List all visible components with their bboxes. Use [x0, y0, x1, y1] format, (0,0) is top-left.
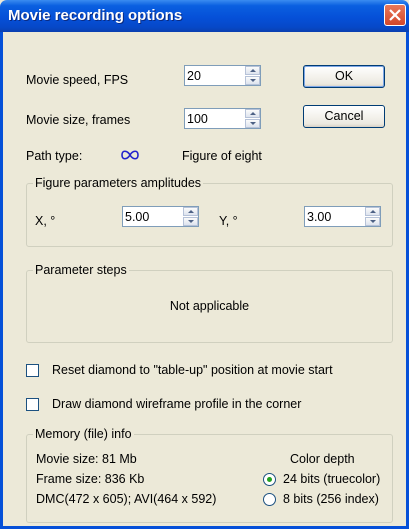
- movie-size-up-button[interactable]: [245, 109, 260, 118]
- movie-speed-spinner[interactable]: [184, 65, 261, 86]
- depth-8-radio[interactable]: [263, 493, 276, 506]
- figure-eight-icon: [121, 150, 139, 160]
- movie-speed-input[interactable]: [185, 66, 245, 85]
- memory-frame-size: Frame size: 836 Kb: [36, 472, 145, 486]
- depth-24-radio[interactable]: [263, 473, 276, 486]
- parameter-steps-title: Parameter steps: [33, 263, 129, 277]
- x-amplitude-up-button[interactable]: [183, 207, 198, 216]
- y-amplitude-up-button[interactable]: [365, 207, 380, 216]
- x-amplitude-down-button[interactable]: [183, 217, 198, 226]
- window-frame-left: [0, 32, 3, 529]
- path-type-value: Figure of eight: [182, 149, 262, 163]
- movie-speed-down-button[interactable]: [245, 76, 260, 85]
- title-bar[interactable]: Movie recording options: [0, 0, 409, 32]
- movie-speed-up-button[interactable]: [245, 66, 260, 75]
- ok-button[interactable]: OK: [303, 65, 385, 88]
- movie-size-down-button[interactable]: [245, 119, 260, 128]
- movie-size-label: Movie size, frames: [26, 113, 131, 127]
- x-amplitude-input[interactable]: [123, 207, 183, 226]
- movie-size-input[interactable]: [185, 109, 245, 128]
- window-title: Movie recording options: [8, 7, 183, 24]
- y-amplitude-label: Y, °: [219, 214, 238, 228]
- color-depth-label: Color depth: [290, 452, 355, 466]
- x-amplitude-spinner[interactable]: [122, 206, 199, 227]
- y-amplitude-spinner[interactable]: [304, 206, 381, 227]
- close-icon: [389, 9, 401, 21]
- depth-24-label[interactable]: 24 bits (truecolor): [283, 472, 380, 486]
- cancel-button[interactable]: Cancel: [303, 105, 385, 128]
- wireframe-label[interactable]: Draw diamond wireframe profile in the co…: [52, 397, 301, 411]
- memory-movie-size: Movie size: 81 Mb: [36, 452, 137, 466]
- wireframe-checkbox[interactable]: [26, 398, 39, 411]
- movie-speed-label: Movie speed, FPS: [26, 73, 129, 87]
- y-amplitude-down-button[interactable]: [365, 217, 380, 226]
- y-amplitude-input[interactable]: [305, 207, 365, 226]
- x-amplitude-label: X, °: [35, 214, 56, 228]
- reset-diamond-label[interactable]: Reset diamond to "table-up" position at …: [52, 363, 333, 377]
- close-button[interactable]: [384, 4, 406, 26]
- parameter-steps-message: Not applicable: [169, 299, 250, 313]
- depth-8-label[interactable]: 8 bits (256 index): [283, 492, 379, 506]
- reset-diamond-checkbox[interactable]: [26, 364, 39, 377]
- memory-dimensions: DMC(472 x 605); AVI(464 x 592): [36, 492, 217, 506]
- memory-info-title: Memory (file) info: [33, 427, 134, 441]
- path-type-label: Path type:: [26, 149, 83, 163]
- amplitudes-group-title: Figure parameters amplitudes: [33, 176, 204, 190]
- movie-size-spinner[interactable]: [184, 108, 261, 129]
